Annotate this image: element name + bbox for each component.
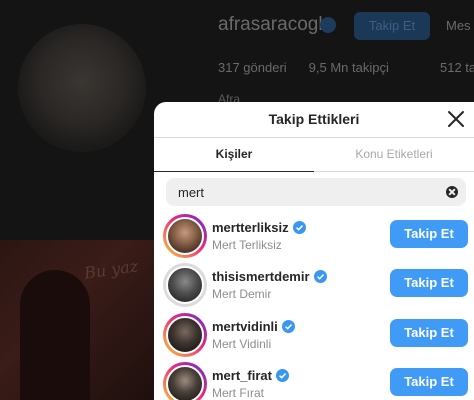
list-item[interactable]: mertterliksiz Mert Terliksiz Takip Et (154, 214, 474, 262)
story-ring[interactable] (163, 214, 207, 258)
modal-title: Takip Ettikleri (268, 111, 360, 127)
story-ring[interactable] (163, 362, 207, 400)
verified-badge-icon (313, 270, 327, 283)
search-bar (166, 178, 466, 206)
verified-badge-icon (292, 221, 306, 234)
avatar (166, 316, 204, 354)
profile-message-button[interactable]: Mes (446, 12, 474, 40)
close-icon[interactable] (446, 109, 466, 129)
following-modal: Takip Ettikleri Kişiler Konu Etiketleri … (154, 102, 474, 400)
account-username[interactable]: mert_firat (212, 368, 289, 383)
account-username[interactable]: mertvidinli (212, 319, 295, 334)
clear-search-icon[interactable] (446, 186, 458, 198)
profile-username: afrasaracoglu (218, 14, 334, 35)
search-input[interactable] (178, 178, 428, 206)
avatar (166, 217, 204, 255)
follow-button[interactable]: Takip Et (390, 368, 468, 396)
tab-people[interactable]: Kişiler (154, 138, 314, 172)
list-item[interactable]: mertvidinli Mert Vidinli Takip Et (154, 313, 474, 361)
account-fullname: Mert Fırat (212, 386, 265, 400)
verified-badge-icon (275, 369, 289, 382)
posts-count[interactable]: 317 gönderi (218, 60, 287, 75)
story-ring[interactable] (163, 263, 207, 307)
modal-header: Takip Ettikleri (154, 102, 474, 138)
follow-button[interactable]: Takip Et (390, 269, 468, 297)
verified-badge-icon (281, 320, 295, 333)
account-fullname: Mert Demir (212, 287, 272, 301)
profile-picture[interactable] (18, 24, 146, 152)
avatar (166, 266, 204, 304)
followers-count[interactable]: 9,5 Mn takipçi (309, 60, 389, 75)
avatar (166, 365, 204, 400)
post-script-text: Bu yaz (82, 256, 140, 283)
verified-badge-icon (320, 17, 336, 33)
story-ring[interactable] (163, 313, 207, 357)
follow-button[interactable]: Takip Et (390, 319, 468, 347)
modal-tabs: Kişiler Konu Etiketleri (154, 138, 474, 172)
follow-button[interactable]: Takip Et (390, 220, 468, 248)
profile-stats: 317 gönderi 9,5 Mn takipçi (218, 60, 389, 75)
account-username[interactable]: mertterliksiz (212, 220, 306, 235)
list-item[interactable]: mert_firat Mert Fırat Takip Et (154, 362, 474, 400)
account-fullname: Mert Vidinli (212, 337, 272, 351)
account-username[interactable]: thisismertdemir (212, 269, 327, 284)
profile-follow-button[interactable]: Takip Et (354, 12, 430, 40)
tab-hashtags[interactable]: Konu Etiketleri (314, 138, 474, 171)
account-fullname: Mert Terliksiz (212, 238, 282, 252)
following-count[interactable]: 512 ta (440, 60, 474, 75)
post-thumbnail[interactable]: Bu yaz (0, 240, 160, 400)
list-item[interactable]: thisismertdemir Mert Demir Takip Et (154, 263, 474, 311)
